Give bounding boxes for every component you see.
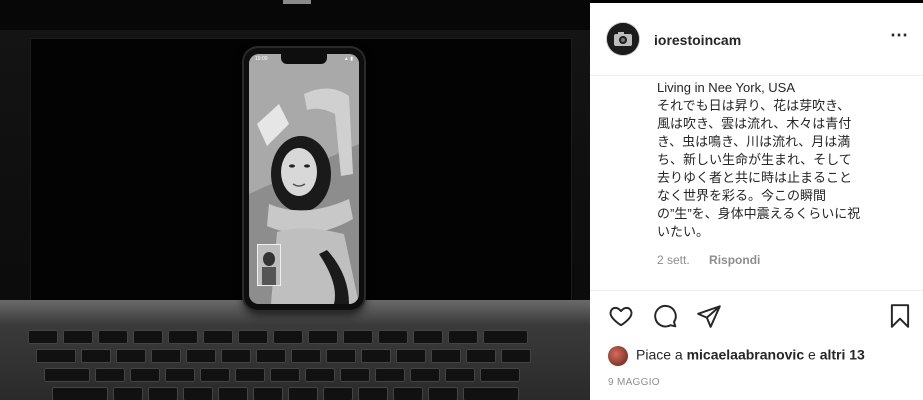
caption-line: それでも日は昇り、花は芽吹き、 [657,98,851,113]
likes-prefix: Piace a [636,346,683,363]
caption-line: 去りゆく者と共に時は止まること [657,170,853,185]
heart-icon[interactable] [608,303,634,334]
post-caption: Living in Nee York, USA それでも日は昇り、花は芽吹き、 … [657,79,862,241]
reply-button[interactable]: Rispondi [709,253,760,267]
video-call-self-view [257,244,281,286]
more-options-icon[interactable]: ⋯ [890,25,909,46]
laptop-keys [28,330,588,400]
likes-joiner: e [808,346,816,363]
post-photo[interactable]: 19:09 ▲ ▮ [0,0,590,400]
likes-others-link[interactable]: altri 13 [820,347,865,363]
phone-notch [281,54,327,64]
comment-icon[interactable] [652,303,678,334]
caption-line: ち、新しい生命が生まれ、そして [657,152,852,167]
send-icon[interactable] [696,303,722,334]
liker-avatar[interactable] [608,346,628,366]
username[interactable]: iorestoincam [654,32,741,48]
caption-line: いたい。 [657,224,710,239]
caption-line: 風は吹き、雲は流れ、木々は青付 [657,116,852,131]
phone-screen: 19:09 ▲ ▮ [249,54,359,304]
action-bar [608,303,913,331]
post-date[interactable]: 9 MAGGIO [608,377,660,388]
caption-line: なく世界を彩る。今この瞬間 [657,188,827,203]
phone: 19:09 ▲ ▮ [244,48,364,310]
caption-line: Living in Nee York, USA [657,80,796,95]
likes-summary: Piace a micaelaabranovic e altri 13 [608,346,865,366]
avatar[interactable] [607,23,639,55]
post-header: iorestoincam ⋯ [590,3,923,76]
caption-line: の”生”を、身体中震えるくらいに祝 [657,206,861,221]
post-side-panel: iorestoincam ⋯ Living in Nee York, USA そ… [590,3,923,400]
caption-line: き、虫は鳴き、川は流れ、月は満 [657,134,851,149]
phone-status-icons: ▲ ▮ [343,56,353,62]
liker-username[interactable]: micaelaabranovic [687,347,805,363]
divider [590,290,923,291]
photo-top-indicator [283,0,311,4]
bookmark-icon[interactable] [887,303,913,334]
phone-status-time: 19:09 [255,56,268,62]
comment-meta: 2 sett. Rispondi [657,253,776,267]
comment-timestamp[interactable]: 2 sett. [657,253,690,267]
